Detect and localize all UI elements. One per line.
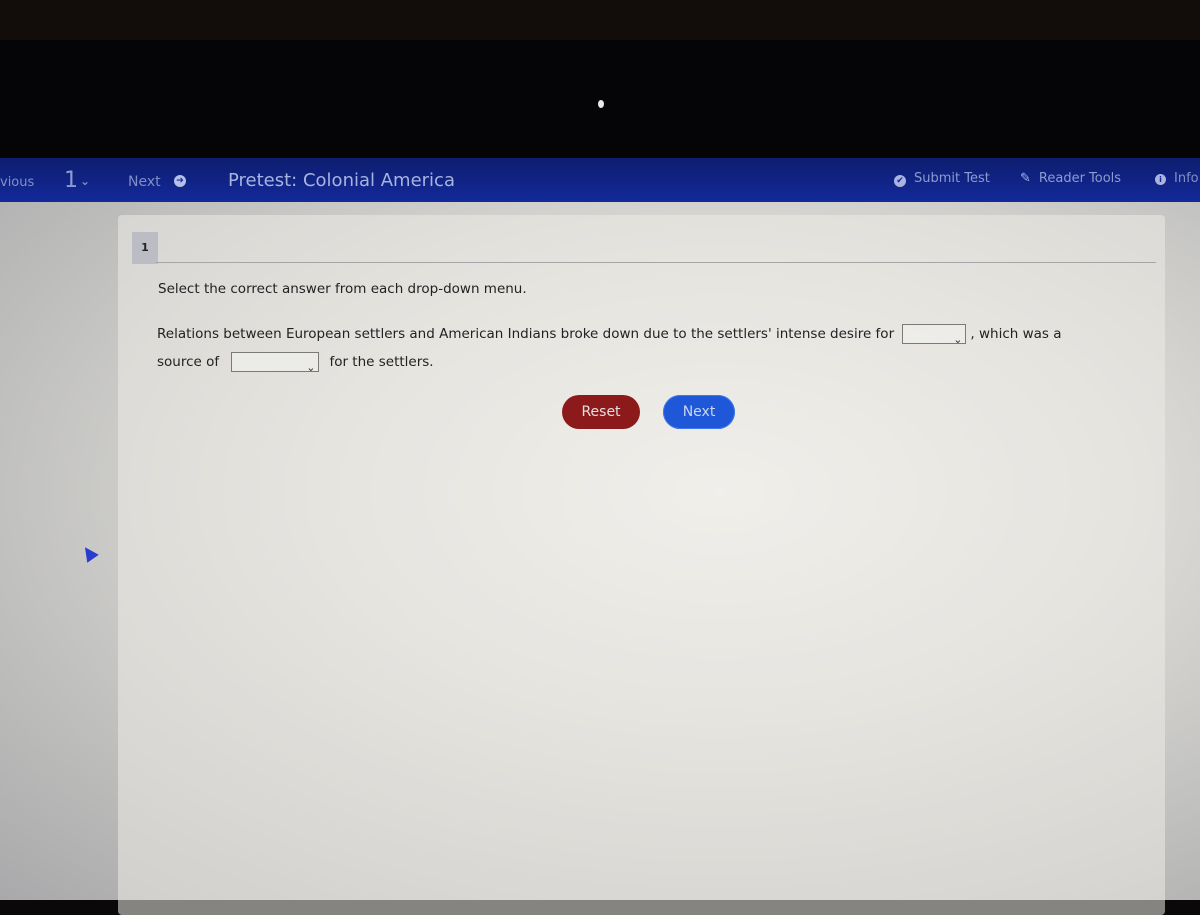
screen: vious 1 ⌄ Next ➔ Pretest: Colonial Ameri… [0, 158, 1200, 915]
submit-test-label: Submit Test [914, 171, 990, 186]
question-instruction: Select the correct answer from each drop… [158, 281, 527, 297]
wrench-icon: ✎ [1020, 171, 1031, 186]
next-button[interactable]: Next [663, 395, 735, 429]
reset-button[interactable]: Reset [562, 395, 640, 429]
arrow-right-icon[interactable]: ➔ [174, 175, 186, 187]
check-circle-icon: ✔ [894, 175, 906, 187]
submit-test-button[interactable]: ✔ Submit Test [894, 171, 990, 187]
divider [156, 262, 1156, 263]
question-text-part3: for the settlers. [329, 354, 434, 370]
previous-button[interactable]: vious [0, 175, 34, 190]
test-title: Pretest: Colonial America [228, 170, 455, 191]
chevron-down-icon: ⌄ [953, 333, 963, 346]
webcam-light [598, 100, 604, 108]
info-icon: i [1155, 174, 1166, 185]
answer-dropdown-2[interactable]: ⌄ [231, 352, 320, 374]
mouse-cursor-icon [79, 543, 99, 563]
question-selector[interactable]: 1 [64, 168, 78, 193]
answer-dropdown-1[interactable]: ⌄ [902, 324, 967, 346]
chevron-down-icon: ⌄ [306, 361, 316, 374]
info-button[interactable]: i Info [1155, 171, 1199, 186]
next-question-button[interactable]: Next [128, 174, 161, 190]
test-toolbar: vious 1 ⌄ Next ➔ Pretest: Colonial Ameri… [0, 158, 1200, 202]
question-text-part1: Relations between European settlers and … [157, 326, 895, 342]
monitor-bezel-top [0, 0, 1200, 40]
info-label: Info [1174, 171, 1199, 186]
monitor-bezel [0, 40, 1200, 158]
question-text: Relations between European settlers and … [157, 320, 1077, 376]
question-number-badge: 1 [132, 232, 158, 264]
reader-tools-label: Reader Tools [1038, 171, 1122, 186]
reader-tools-button[interactable]: ✎ Reader Tools [1020, 171, 1121, 186]
chevron-down-icon[interactable]: ⌄ [80, 174, 90, 188]
